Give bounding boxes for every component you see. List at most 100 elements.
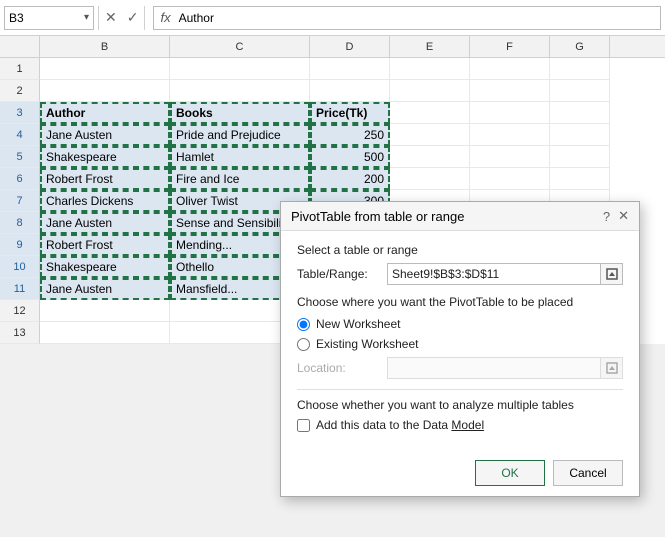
cell-b2[interactable] — [40, 80, 170, 102]
cell-b4[interactable]: Jane Austen — [40, 124, 170, 146]
cell-f4[interactable] — [470, 124, 550, 146]
cell-d2[interactable] — [310, 80, 390, 102]
table-row: Author Books Price(Tk) — [40, 102, 665, 124]
section3-label: Choose whether you want to analyze multi… — [297, 398, 623, 412]
cell-b5[interactable]: Shakespeare — [40, 146, 170, 168]
cell-c5[interactable]: Hamlet — [170, 146, 310, 168]
formula-value: Author — [179, 11, 214, 25]
row-2[interactable]: 2 — [0, 80, 40, 102]
cell-b1[interactable] — [40, 58, 170, 80]
col-header-d[interactable]: D — [310, 36, 390, 57]
location-row: Location: — [297, 357, 623, 379]
col-header-f[interactable]: F — [470, 36, 550, 57]
cell-b9[interactable]: Robert Frost — [40, 234, 170, 256]
cell-d1[interactable] — [310, 58, 390, 80]
cell-g4[interactable] — [550, 124, 610, 146]
new-worksheet-label: New Worksheet — [316, 317, 400, 331]
cell-e4[interactable] — [390, 124, 470, 146]
dialog-close-icon[interactable]: ✕ — [618, 208, 629, 224]
row-6[interactable]: 6 — [0, 168, 40, 190]
name-box-dropdown-icon[interactable]: ▾ — [84, 12, 89, 23]
dialog-title-icons: ? ✕ — [603, 208, 629, 224]
row-headers: 1 2 3 4 5 6 7 8 9 10 11 12 13 — [0, 58, 40, 344]
row-8[interactable]: 8 — [0, 212, 40, 234]
cell-f1[interactable] — [470, 58, 550, 80]
cell-g1[interactable] — [550, 58, 610, 80]
col-header-e[interactable]: E — [390, 36, 470, 57]
cancel-button[interactable]: Cancel — [553, 460, 623, 486]
cell-b11[interactable]: Jane Austen — [40, 278, 170, 300]
formula-bar[interactable]: fx Author — [153, 6, 661, 30]
data-model-checkbox-row: Add this data to the Data Model — [297, 418, 623, 432]
cell-e3[interactable] — [390, 102, 470, 124]
cell-b8[interactable]: Jane Austen — [40, 212, 170, 234]
cell-f3[interactable] — [470, 102, 550, 124]
dialog-buttons: OK Cancel — [281, 454, 639, 496]
toolbar-icons: ✕ ✓ — [103, 7, 140, 28]
table-range-input[interactable] — [387, 263, 601, 285]
cell-d5[interactable]: 500 — [310, 146, 390, 168]
col-header-c[interactable]: C — [170, 36, 310, 57]
new-worksheet-radio[interactable] — [297, 318, 310, 331]
table-row: Shakespeare Hamlet 500 — [40, 146, 665, 168]
existing-worksheet-label: Existing Worksheet — [316, 337, 419, 351]
dialog-help-icon[interactable]: ? — [603, 209, 610, 224]
cell-c4[interactable]: Pride and Prejudice — [170, 124, 310, 146]
row-4[interactable]: 4 — [0, 124, 40, 146]
cell-d4[interactable]: 250 — [310, 124, 390, 146]
location-picker-icon[interactable] — [601, 357, 623, 379]
new-worksheet-radio-row: New Worksheet — [297, 317, 623, 331]
data-model-label: Add this data to the Data Model — [316, 418, 484, 432]
name-box[interactable]: B3 ▾ — [4, 6, 94, 30]
cell-f2[interactable] — [470, 80, 550, 102]
cell-g5[interactable] — [550, 146, 610, 168]
existing-worksheet-radio[interactable] — [297, 338, 310, 351]
row-5[interactable]: 5 — [0, 146, 40, 168]
cell-c1[interactable] — [170, 58, 310, 80]
cell-b13[interactable] — [40, 322, 170, 344]
cell-e2[interactable] — [390, 80, 470, 102]
cell-b3[interactable]: Author — [40, 102, 170, 124]
row-13[interactable]: 13 — [0, 322, 40, 344]
table-range-label: Table/Range: — [297, 267, 387, 281]
cell-c3[interactable]: Books — [170, 102, 310, 124]
table-row — [40, 80, 665, 102]
cell-e1[interactable] — [390, 58, 470, 80]
cell-c6[interactable]: Fire and Ice — [170, 168, 310, 190]
location-input[interactable] — [387, 357, 601, 379]
data-model-checkbox[interactable] — [297, 419, 310, 432]
formula-divider — [144, 6, 145, 30]
row-3[interactable]: 3 — [0, 102, 40, 124]
cell-reference: B3 — [9, 11, 24, 25]
cancel-icon[interactable]: ✕ — [103, 7, 119, 28]
checkbox-label-text: Add this data to the Data — [316, 418, 451, 432]
row-1[interactable]: 1 — [0, 58, 40, 80]
col-header-g[interactable]: G — [550, 36, 610, 57]
row-10[interactable]: 10 — [0, 256, 40, 278]
row-9[interactable]: 9 — [0, 234, 40, 256]
confirm-icon[interactable]: ✓ — [125, 7, 141, 28]
row-12[interactable]: 12 — [0, 300, 40, 322]
cell-c2[interactable] — [170, 80, 310, 102]
cell-g2[interactable] — [550, 80, 610, 102]
cell-d6[interactable]: 200 — [310, 168, 390, 190]
col-header-b[interactable]: B — [40, 36, 170, 57]
cell-b10[interactable]: Shakespeare — [40, 256, 170, 278]
cell-d3[interactable]: Price(Tk) — [310, 102, 390, 124]
table-range-picker-icon[interactable] — [601, 263, 623, 285]
cell-f5[interactable] — [470, 146, 550, 168]
ok-button[interactable]: OK — [475, 460, 545, 486]
dialog-title-bar: PivotTable from table or range ? ✕ — [281, 202, 639, 231]
cell-g6[interactable] — [550, 168, 610, 190]
cell-g3[interactable] — [550, 102, 610, 124]
cell-f6[interactable] — [470, 168, 550, 190]
cell-e6[interactable] — [390, 168, 470, 190]
top-bar: B3 ▾ ✕ ✓ fx Author — [0, 0, 665, 36]
cell-b12[interactable] — [40, 300, 170, 322]
row-11[interactable]: 11 — [0, 278, 40, 300]
cell-e5[interactable] — [390, 146, 470, 168]
cell-b7[interactable]: Charles Dickens — [40, 190, 170, 212]
table-row — [40, 58, 665, 80]
row-7[interactable]: 7 — [0, 190, 40, 212]
cell-b6[interactable]: Robert Frost — [40, 168, 170, 190]
